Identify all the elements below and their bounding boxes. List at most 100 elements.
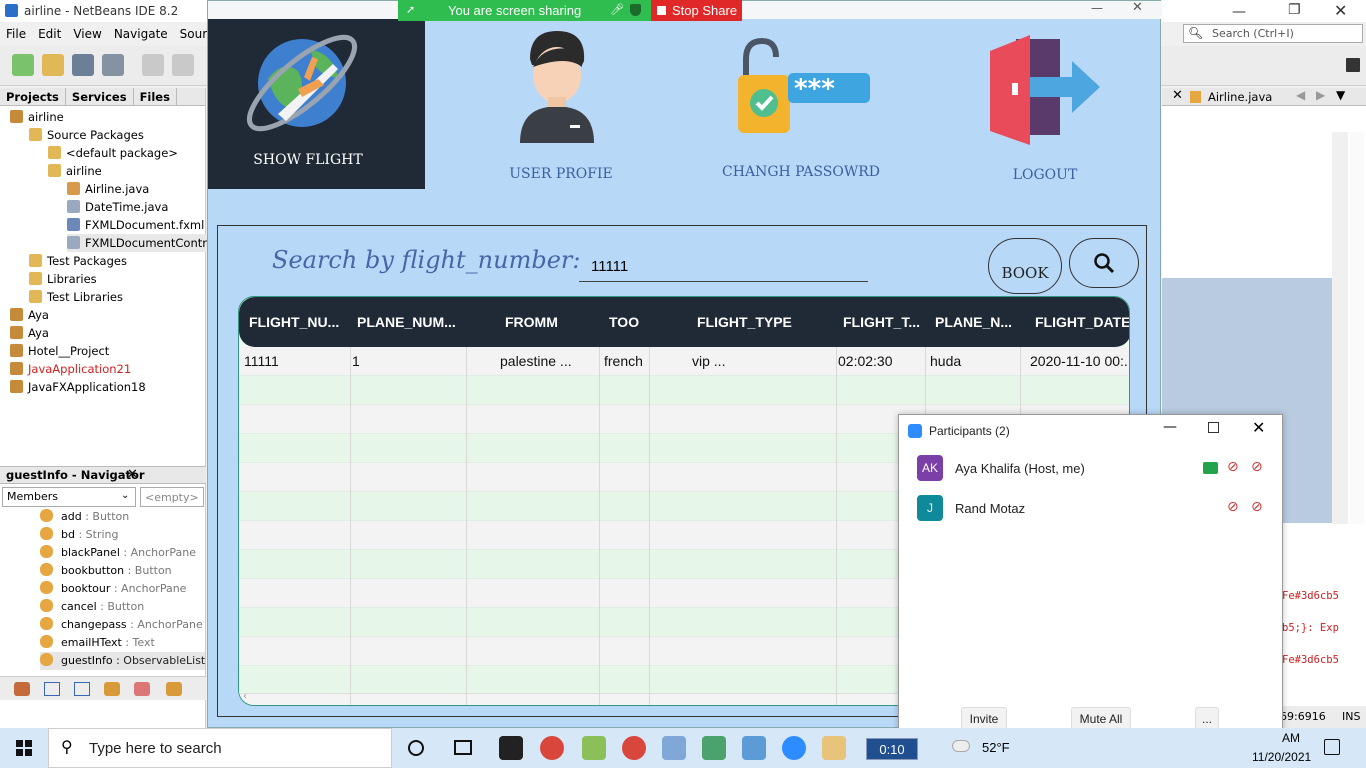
project-tree-item[interactable]: FXMLDocumentContro [67,234,214,252]
tab-projects[interactable]: Projects [0,88,66,106]
methods-icon[interactable] [74,682,90,696]
project-tree-item[interactable]: Aya [10,306,49,324]
app-3d-icon[interactable] [742,736,766,760]
app-start-icon[interactable] [499,736,523,760]
navigator-member[interactable]: blackPanel : AnchorPane [40,544,196,562]
filter-icon[interactable] [134,682,150,696]
navigator-member[interactable]: bookbutton : Button [40,562,172,580]
book-button[interactable]: BOOK [988,238,1062,294]
project-tree-item[interactable]: FXMLDocument.fxml [67,216,204,234]
nav-user-profile[interactable]: USER PROFIE [488,19,628,189]
project-tree-item[interactable]: Libraries [29,270,97,288]
menu-view[interactable]: View [73,24,101,44]
project-tree-item[interactable]: <default package> [48,144,178,162]
project-tree-item[interactable]: Test Libraries [29,288,123,306]
menu-edit[interactable]: Edit [38,24,61,44]
toolbar-dropdown-icon[interactable] [1346,58,1360,72]
editor-tab-close-icon[interactable]: ✕ [1172,88,1183,103]
java-icon[interactable] [822,736,846,760]
editor-area[interactable] [1162,132,1332,278]
table-row[interactable]: 11111 1 palestine ... french vip ... 02:02:30… [239,347,1129,376]
app-sync-icon[interactable] [622,736,646,760]
column-header[interactable]: FLIGHT_TYPE [697,314,792,330]
navigator-close-icon[interactable]: ✕ [127,467,138,482]
weather-temp[interactable]: 52°F [982,740,1010,755]
project-tree-item[interactable]: JavaApplication21 [10,360,131,378]
menu-navigate[interactable]: Navigate [114,24,168,44]
maximize-icon[interactable]: ❐ [1288,2,1301,18]
flight-number-search-input[interactable] [579,252,868,282]
save-all-icon[interactable] [102,54,124,76]
navigator-member[interactable]: booktour : AnchorPane [40,580,186,598]
participant-row[interactable]: J Rand Motaz ⊘ ⊘ [899,495,1282,525]
project-tree-item[interactable]: DateTime.java [67,198,168,216]
navigator-member[interactable]: emailHText : Text [40,634,155,652]
project-tree-item[interactable]: Aya [10,324,49,342]
project-tree-item[interactable]: JavaFXApplication18 [10,378,146,396]
video-off-icon[interactable]: ⊘ [1251,459,1263,475]
navigator-member[interactable]: cancel : Button [40,598,144,616]
column-header[interactable]: FROMM [505,314,558,330]
tab-services[interactable]: Services [66,88,134,106]
navigator-filter-input[interactable]: <empty> [140,487,204,507]
editor-tab-airline-java[interactable]: Airline.java [1208,90,1272,104]
notifications-icon[interactable] [1324,739,1340,755]
redo-icon[interactable] [172,54,194,76]
app-close-icon[interactable]: ✕ [1132,0,1143,15]
chrome-icon[interactable] [540,736,564,760]
mic-muted-icon[interactable]: ⊘ [1227,499,1239,515]
navigator-member[interactable]: guestInfo : ObservableList [40,652,206,670]
project-tree-item[interactable]: Test Packages [29,252,127,270]
scroll-left-icon[interactable]: ◀ [1296,88,1305,102]
zoom-icon[interactable] [782,736,806,760]
sort-icon[interactable] [166,682,182,696]
scroll-right-icon[interactable]: ▶ [1316,88,1325,102]
column-header[interactable]: PLANE_N... [935,314,1012,330]
project-tree-item[interactable]: Airline.java [67,180,149,198]
table-row[interactable] [239,376,1129,405]
panel-close-icon[interactable]: ✕ [1252,418,1265,437]
lock-icon[interactable] [104,682,120,696]
search-button[interactable] [1069,238,1139,288]
column-header[interactable]: FLIGHT_DATE [1035,314,1129,330]
panel-minimize-icon[interactable]: — [1163,419,1177,435]
undo-icon[interactable] [142,54,164,76]
new-file-icon[interactable] [12,54,34,76]
open-project-icon[interactable] [72,54,94,76]
column-header[interactable]: TOO [609,314,639,330]
column-header[interactable]: FLIGHT_NU... [249,314,339,330]
tab-files[interactable]: Files [134,88,177,106]
stop-share-button[interactable]: Stop Share [651,0,742,21]
zoom-timer[interactable]: 0:10 [866,738,918,760]
navigator-member[interactable]: changepass : AnchorPane [40,616,203,634]
nav-change-password[interactable]: *** CHANGH PASSOWRD [716,19,896,189]
task-view-icon[interactable] [454,740,472,755]
windows-start-icon[interactable] [16,740,32,756]
editor-vertical-scrollbar[interactable] [1332,132,1348,524]
hierarchy-icon[interactable] [14,682,30,696]
ide-search-box[interactable]: 🔍︎ Search (Ctrl+I) [1183,24,1363,43]
participant-row[interactable]: AK Aya Khalifa (Host, me) ⊘ ⊘ [899,455,1282,485]
app-media-icon[interactable] [702,736,726,760]
minimize-icon[interactable]: — [1232,4,1246,20]
app-minimize-icon[interactable]: — [1091,1,1103,15]
navigator-filter-select[interactable]: Members ⌄ [2,487,136,507]
app-cube-icon[interactable] [582,736,606,760]
tab-list-icon[interactable]: ▼ [1336,88,1345,102]
clock-date[interactable]: 11/20/2021 [1252,750,1311,764]
project-tree-item[interactable]: Source Packages [29,126,144,144]
close-icon[interactable]: ✕ [1334,1,1347,20]
nav-logout[interactable]: LOGOUT [978,19,1118,189]
column-header[interactable]: PLANE_NUM... [357,314,456,330]
cortana-icon[interactable] [408,740,424,756]
column-header[interactable]: FLIGHT_T... [843,314,920,330]
navigator-member[interactable]: bd : String [40,526,119,544]
navigator-member[interactable]: add : Button [40,508,129,526]
app-paint-icon[interactable] [662,736,686,760]
mic-muted-icon[interactable]: ⊘ [1227,459,1239,475]
scroll-left-icon[interactable]: ‹ [243,691,247,702]
clock-time[interactable]: AM [1282,731,1300,745]
new-project-icon[interactable] [42,54,64,76]
project-tree-item[interactable]: airline [48,162,102,180]
nav-show-flight[interactable]: SHOW FLIGHT [208,19,425,189]
